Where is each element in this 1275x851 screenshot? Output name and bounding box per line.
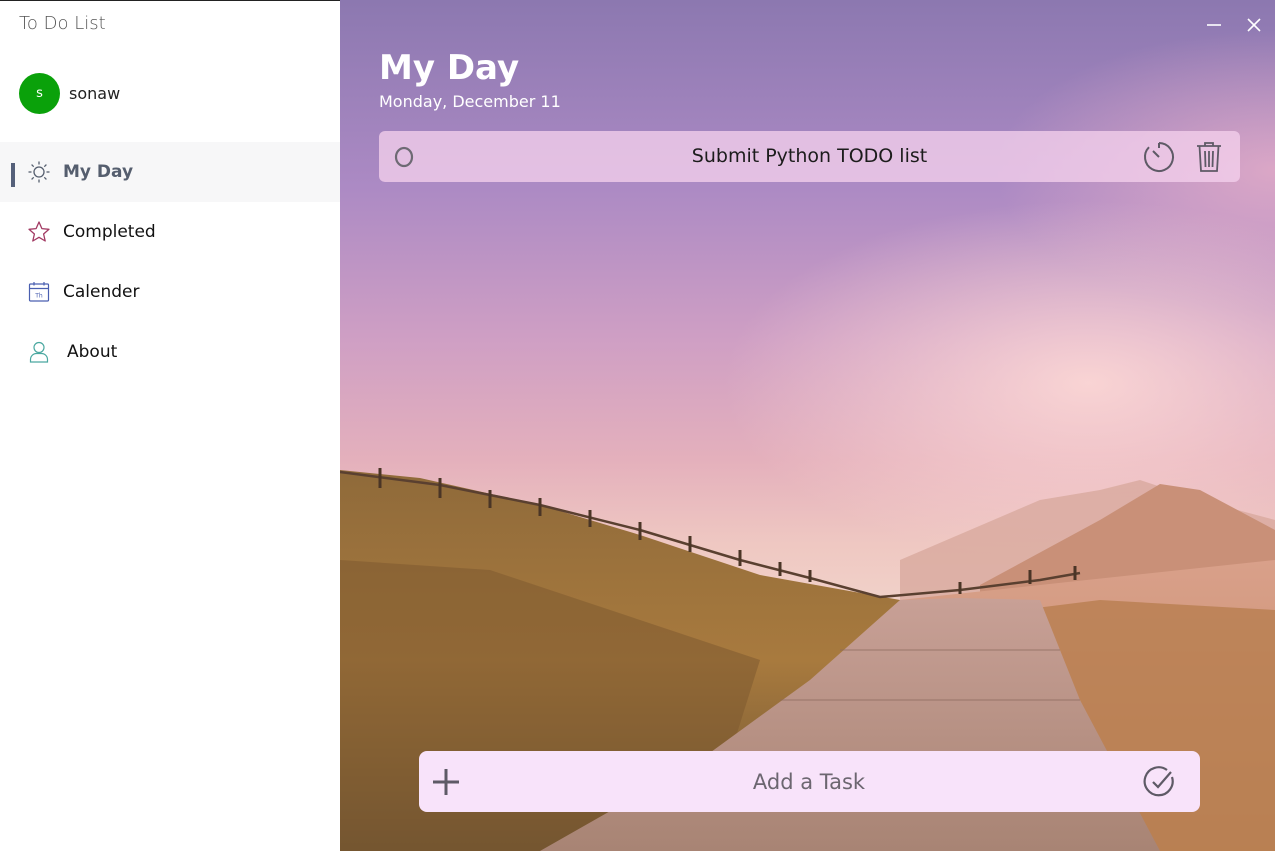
minimize-icon[interactable] [1203, 14, 1225, 36]
app-title: To Do List [19, 13, 106, 34]
svg-text:Th: Th [34, 293, 43, 300]
sidebar-item-label: Calender [63, 282, 140, 302]
sidebar-item-my-day[interactable]: My Day [0, 142, 340, 202]
sidebar-item-completed[interactable]: Completed [0, 202, 340, 262]
page-date: Monday, December 11 [379, 92, 561, 111]
add-task-bar [419, 751, 1200, 812]
avatar-initial: s [36, 86, 43, 101]
sidebar: To Do List s sonaw My Day Completed Th C… [0, 0, 340, 851]
trash-icon[interactable] [1195, 140, 1223, 174]
task-complete-toggle[interactable] [393, 146, 415, 168]
main-panel: My Day Monday, December 11 Submit Python… [340, 0, 1275, 851]
sidebar-item-label: About [67, 342, 118, 362]
add-task-input[interactable] [479, 761, 1139, 802]
background-landscape [340, 468, 1275, 851]
task-text: Submit Python TODO list [691, 145, 928, 167]
page-title: My Day [379, 48, 520, 88]
sidebar-nav: My Day Completed Th Calender About [0, 142, 340, 382]
user-profile[interactable]: s sonaw [19, 73, 120, 114]
window-controls [1203, 14, 1265, 36]
person-icon [27, 340, 51, 364]
active-indicator [11, 163, 15, 187]
sidebar-item-about[interactable]: About [0, 322, 340, 382]
avatar: s [19, 73, 60, 114]
timer-icon[interactable] [1142, 140, 1176, 174]
star-icon [27, 220, 51, 244]
calendar-icon: Th [27, 280, 51, 304]
sun-icon [27, 160, 51, 184]
username: sonaw [69, 84, 121, 103]
sidebar-item-label: My Day [63, 162, 134, 182]
plus-icon[interactable] [431, 767, 461, 797]
sidebar-item-label: Completed [63, 222, 156, 242]
sidebar-item-calender[interactable]: Th Calender [0, 262, 340, 322]
task-item[interactable]: Submit Python TODO list [379, 131, 1240, 182]
check-circle-icon[interactable] [1143, 765, 1177, 799]
close-icon[interactable] [1243, 14, 1265, 36]
